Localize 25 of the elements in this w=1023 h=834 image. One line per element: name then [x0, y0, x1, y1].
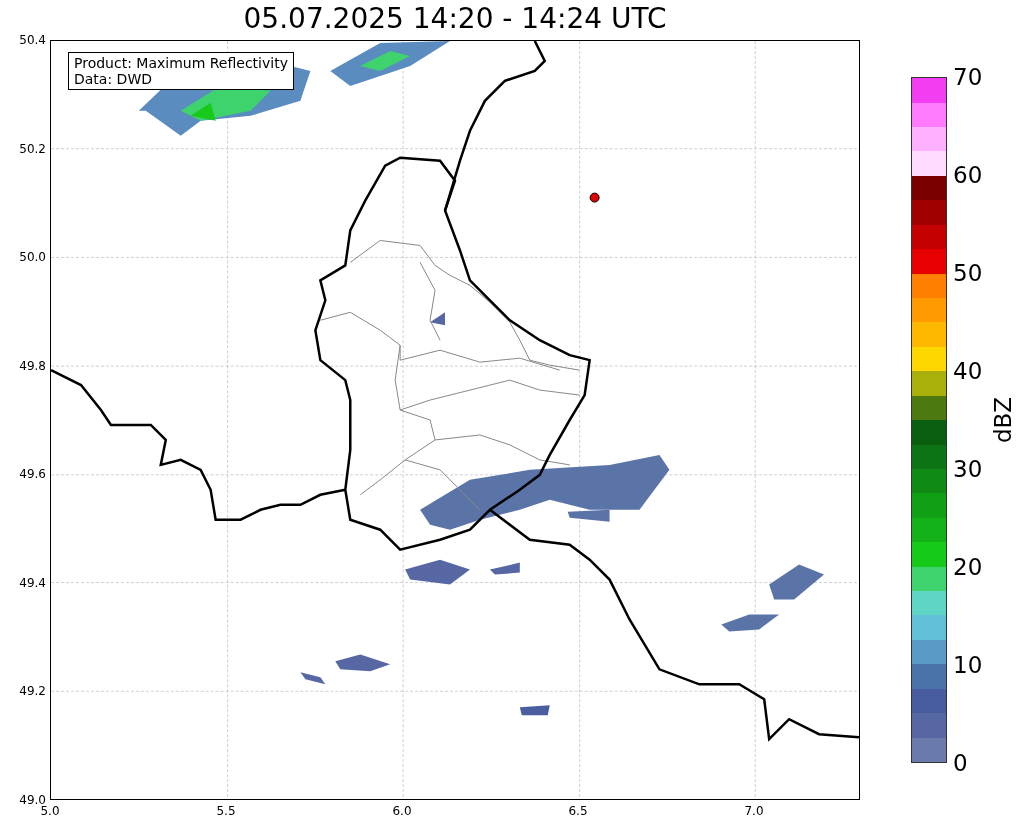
colorbar-tick-label: 30: [953, 456, 983, 482]
y-tick-label: 49.0: [19, 791, 46, 807]
colorbar-tick-label: 20: [953, 554, 983, 580]
colorbar-tick-label: 40: [953, 358, 983, 384]
x-tick-label: 6.0: [391, 803, 413, 819]
y-tick-label: 49.4: [19, 574, 46, 591]
colorbar-tick-label: 60: [953, 162, 983, 188]
annotation-box: Product: Maximum Reflectivity Data: DWD: [68, 52, 294, 90]
colorbar-tick-label: 70: [953, 64, 983, 90]
location-marker-icon: [589, 192, 600, 203]
x-tick-label: 5.0: [39, 804, 61, 819]
colorbar-label: dBZ: [990, 396, 1017, 444]
colorbar-tick-label: 10: [953, 652, 983, 678]
y-tick-label: 49.8: [19, 357, 46, 374]
colorbar-tick-label: 50: [953, 260, 983, 286]
x-tick-label: 5.5: [215, 803, 237, 819]
y-tick-label: 49.6: [19, 466, 46, 483]
chart-title: 05.07.2025 14:20 - 14:24 UTC: [243, 2, 667, 35]
y-tick-label: 50.0: [19, 249, 46, 266]
y-tick-label: 49.2: [19, 683, 46, 700]
x-tick-label: 6.5: [567, 803, 589, 819]
colorbar-tick-label: 0: [953, 750, 969, 776]
y-tick-label: 50.2: [19, 140, 46, 157]
y-tick-label: 50.4: [19, 32, 46, 48]
x-tick-label: 7.0: [743, 803, 765, 819]
